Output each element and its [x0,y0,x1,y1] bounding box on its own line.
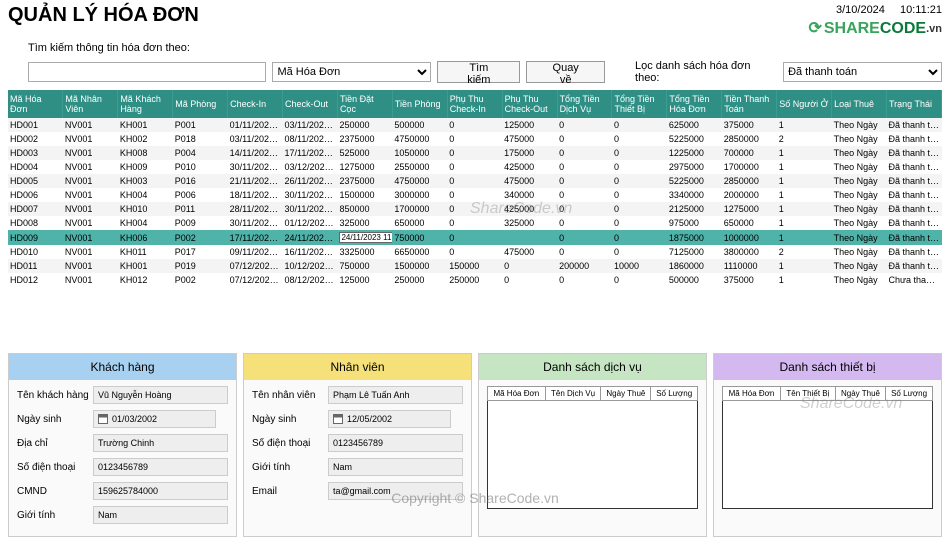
staff-phone[interactable]: 0123456789 [328,434,463,452]
table-header[interactable]: Phụ Thu Check-Out [502,90,557,118]
table-header[interactable]: Tiền Thanh Toán [722,90,777,118]
table-header[interactable]: Mã Nhân Viên [63,90,118,118]
table-row[interactable]: HD007NV001KH010P01128/11/2023 ...30/11/2… [8,202,942,216]
equipment-table[interactable]: Mã Hóa ĐơnTên Thiết BịNgày ThuêSố Lượng [722,386,933,509]
calendar-icon [333,414,343,424]
table-row[interactable]: HD004NV001KH009P01030/11/2023 ...03/12/2… [8,160,942,174]
table-header[interactable]: Tổng Tiền Hóa Đơn [667,90,722,118]
staff-panel-title: Nhân viên [244,354,471,380]
search-button[interactable]: Tìm kiếm [437,61,520,83]
staff-dob[interactable]: 12/05/2002 [328,410,451,428]
customer-name[interactable]: Vũ Nguyễn Hoàng [93,386,228,404]
table-row[interactable]: HD012NV001KH012P00207/12/2023 ...08/12/2… [8,273,942,287]
calendar-icon [98,414,108,424]
search-input[interactable] [28,62,266,82]
staff-email[interactable]: ta@gmail.com [328,482,463,500]
table-row[interactable]: HD008NV001KH004P00930/11/2023 ...01/12/2… [8,216,942,230]
table-header[interactable]: Mã Phòng [173,90,228,118]
invoice-table[interactable]: Mã Hóa ĐơnMã Nhân ViênMã Khách HàngMã Ph… [8,90,942,287]
table-header[interactable]: Tổng Tiền Thiết Bị [612,90,667,118]
equipment-panel-title: Danh sách thiết bị [714,354,941,380]
current-date: 3/10/2024 [836,4,885,16]
header-right: 3/10/2024 10:11:21 ⟳SHARECODE.vn [808,4,942,38]
search-label: Tìm kiếm thông tin hóa đơn theo: [0,38,950,58]
equipment-panel: Danh sách thiết bị Mã Hóa ĐơnTên Thiết B… [713,353,942,537]
search-criteria-select[interactable]: Mã Hóa Đơn [272,62,431,82]
filter-select[interactable]: Đã thanh toán [783,62,942,82]
filter-label: Lọc danh sách hóa đơn theo: [635,60,777,84]
table-header[interactable]: Trạng Thái [887,90,942,118]
services-table[interactable]: Mã Hóa ĐơnTên Dịch VụNgày ThuêSố Lượng [487,386,698,509]
current-time: 10:11:21 [900,4,942,16]
staff-name[interactable]: Phạm Lê Tuấn Anh [328,386,463,404]
table-row[interactable]: HD005NV001KH003P01621/11/2023 ...26/11/2… [8,174,942,188]
table-header[interactable]: Mã Khách Hàng [118,90,173,118]
page-title: QUẢN LÝ HÓA ĐƠN [8,4,199,27]
customer-dob[interactable]: 01/03/2002 [93,410,216,428]
table-header[interactable]: Số Người Ở [777,90,832,118]
customer-panel-title: Khách hàng [9,354,236,380]
brand-logo: ⟳SHARECODE.vn [808,18,942,38]
back-button[interactable]: Quay về [526,61,605,83]
table-row[interactable]: HD006NV001KH004P00618/11/2023 ...30/11/2… [8,188,942,202]
customer-gender[interactable]: Nam [93,506,228,524]
table-header[interactable]: Phụ Thu Check-In [447,90,502,118]
table-header[interactable]: Mã Hóa Đơn [8,90,63,118]
table-header[interactable]: Check-Out [283,90,338,118]
table-header[interactable]: Tiền Đặt Cọc [337,90,392,118]
table-header[interactable]: Tiền Phòng [392,90,447,118]
table-header[interactable]: Loại Thuê [832,90,887,118]
table-row[interactable]: HD001NV001KH001P00101/11/2023 ...03/11/2… [8,118,942,132]
table-header[interactable]: Tổng Tiền Dịch Vụ [557,90,612,118]
customer-id[interactable]: 159625784000 [93,482,228,500]
brand-icon: ⟳ [808,18,821,38]
services-panel-title: Danh sách dịch vụ [479,354,706,380]
staff-gender[interactable]: Nam [328,458,463,476]
table-row[interactable]: HD009NV001KH006P00217/11/2023 ...24/11/2… [8,230,942,245]
customer-address[interactable]: Trường Chinh [93,434,228,452]
table-row[interactable]: HD002NV001KH002P01803/11/2023 ...08/11/2… [8,132,942,146]
staff-panel: Nhân viên Tên nhân viênPhạm Lê Tuấn Anh … [243,353,472,537]
customer-panel: Khách hàng Tên khách hàngVũ Nguyễn Hoàng… [8,353,237,537]
table-row[interactable]: HD011NV001KH001P01907/12/2023 ...10/12/2… [8,259,942,273]
table-header[interactable]: Check-In [228,90,283,118]
table-row[interactable]: HD003NV001KH008P00414/11/2023 ...17/11/2… [8,146,942,160]
customer-phone[interactable]: 0123456789 [93,458,228,476]
table-row[interactable]: HD010NV001KH011P01709/11/2023 ...16/11/2… [8,245,942,259]
services-panel: Danh sách dịch vụ Mã Hóa ĐơnTên Dịch VụN… [478,353,707,537]
